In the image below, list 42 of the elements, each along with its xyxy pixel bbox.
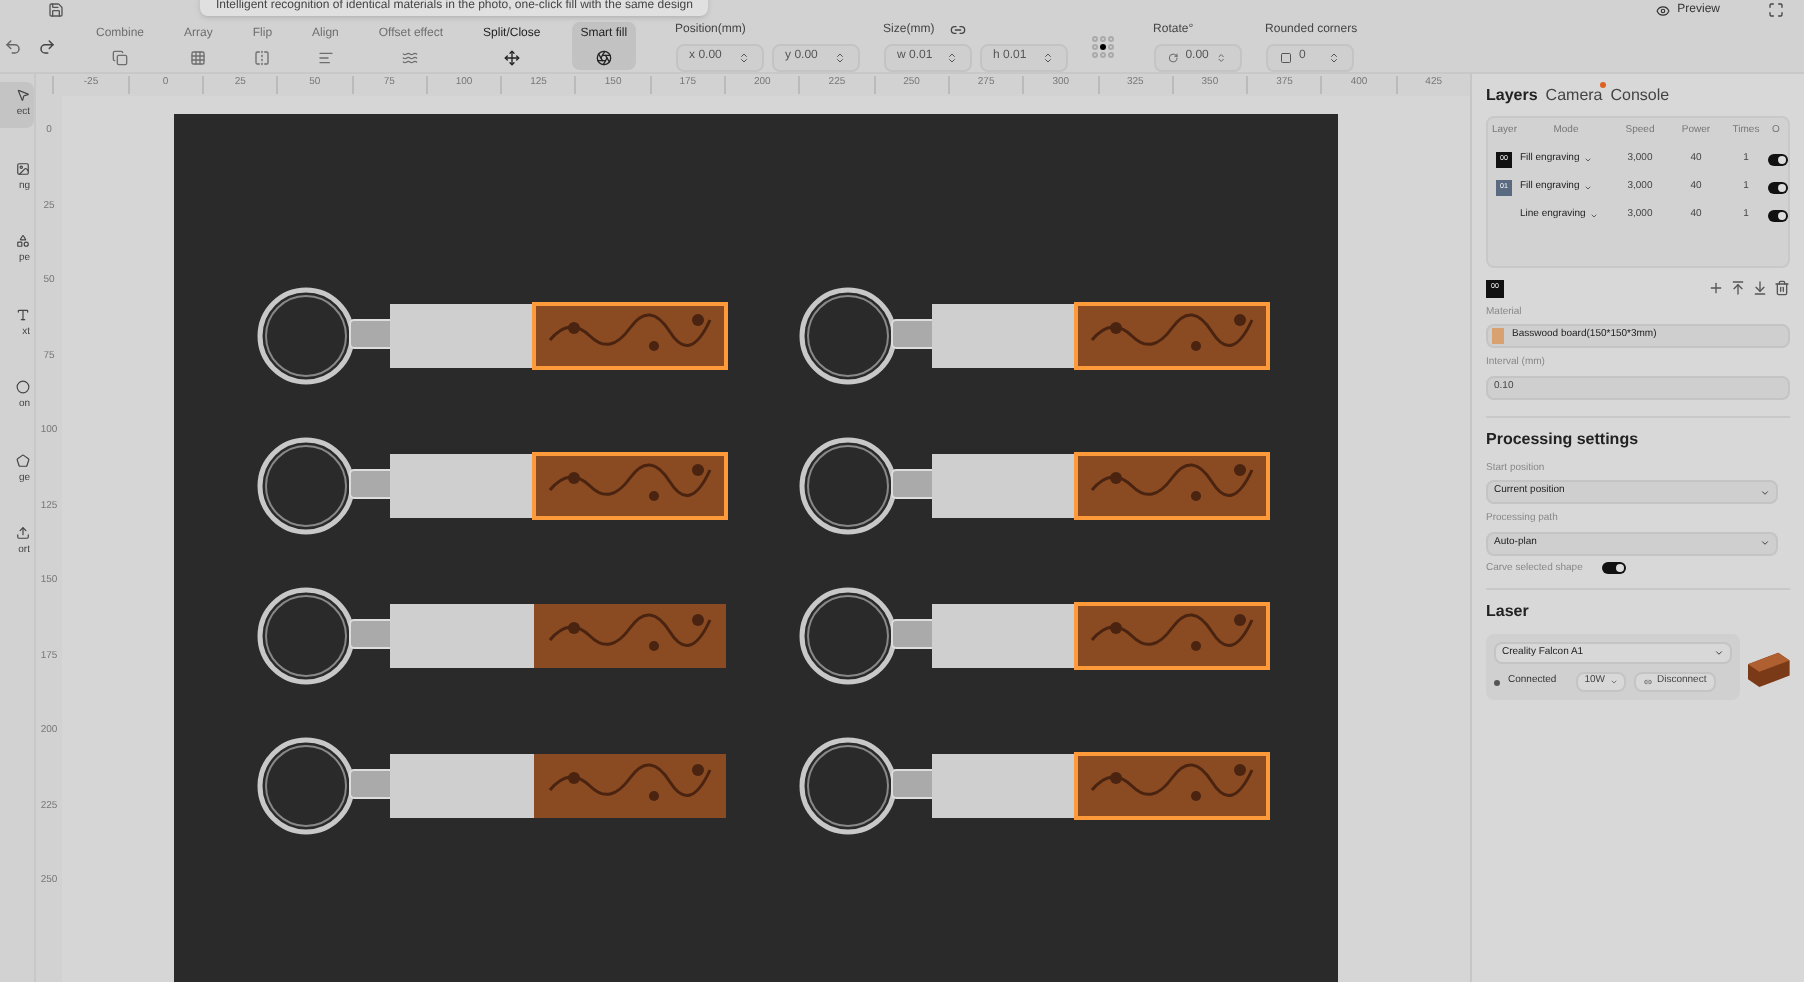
section-title: Processing settings — [1486, 415, 1790, 451]
eye-icon — [1655, 3, 1670, 17]
tool-icon — [190, 50, 207, 66]
link-icon — [1644, 678, 1653, 686]
toggle-switch[interactable] — [1768, 153, 1788, 165]
tool-icon — [16, 234, 30, 248]
fullscreen-icon[interactable] — [1768, 2, 1784, 18]
tool-icon — [16, 88, 30, 102]
tool-icon — [595, 50, 612, 66]
tool-icon — [402, 50, 419, 66]
redo-icon[interactable] — [38, 37, 56, 55]
chevron-down-icon — [1760, 487, 1770, 497]
tool-icon — [16, 161, 30, 175]
toggle-switch[interactable] — [1768, 181, 1788, 193]
toggle-switch[interactable] — [1768, 209, 1788, 221]
anchor-grid-icon[interactable] — [1091, 35, 1114, 57]
add-icon[interactable] — [1708, 280, 1724, 296]
stepper-icon — [1216, 51, 1228, 63]
rotate-icon — [1167, 51, 1178, 63]
wood-swatch-icon — [1492, 328, 1504, 344]
undo-icon[interactable] — [4, 37, 22, 55]
delete-icon[interactable] — [1774, 280, 1790, 296]
link-icon[interactable] — [950, 22, 967, 38]
panel-tab[interactable]: Console — [1610, 84, 1670, 108]
tool-icon — [16, 307, 30, 321]
tool-icon — [16, 526, 30, 540]
chevron-down-icon — [1760, 538, 1770, 548]
tool-icon — [254, 50, 271, 66]
panel-tab[interactable]: Camera — [1545, 84, 1603, 108]
section-title: Laser — [1486, 588, 1790, 624]
tool-icon — [112, 50, 128, 66]
chevron-down-icon — [1714, 648, 1725, 658]
toggle-switch[interactable] — [1602, 562, 1627, 575]
corner-icon — [1279, 51, 1292, 63]
move-up-icon[interactable] — [1730, 280, 1746, 296]
tool-icon — [16, 380, 30, 394]
save-icon[interactable] — [48, 2, 64, 18]
panel-tab[interactable]: Layers — [1486, 84, 1538, 108]
tool-icon — [16, 453, 30, 467]
tool-icon — [317, 50, 334, 66]
move-down-icon[interactable] — [1752, 280, 1768, 296]
tool-icon — [503, 50, 520, 66]
